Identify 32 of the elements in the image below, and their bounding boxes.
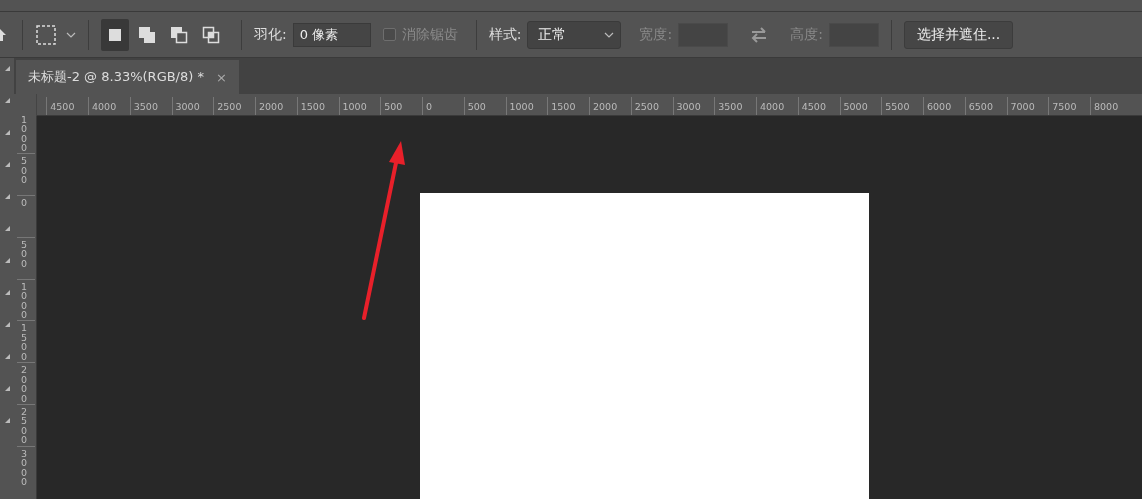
tool-group-corner-icon[interactable] [5, 162, 10, 167]
rectangle-marquee-icon[interactable] [35, 23, 57, 46]
ruler-label: 500 [21, 237, 28, 269]
ruler-label: 1000 [21, 279, 28, 320]
style-label: 样式: [488, 25, 522, 44]
tool-group-corner-icon[interactable] [5, 130, 10, 135]
tool-group-corner-icon[interactable] [5, 258, 10, 263]
tool-group-corner-icon[interactable] [5, 354, 10, 359]
ruler-label: 3000 [21, 446, 28, 487]
selection-mode-button[interactable] [101, 18, 129, 51]
swap-icon[interactable] [750, 26, 769, 43]
ruler-label: 0 [21, 196, 28, 208]
document-tab[interactable]: 未标题-2 @ 8.33%(RGB/8) * × [16, 60, 239, 94]
feather-field[interactable]: 0 像素 [292, 22, 371, 47]
tool-group-corner-icon[interactable] [5, 290, 10, 295]
feather-label: 羽化: [254, 25, 287, 44]
tool-group-corner-icon[interactable] [5, 386, 10, 391]
tool-group-corner-icon[interactable] [5, 322, 10, 327]
ruler-label: 2000 [21, 363, 28, 403]
ruler-label: 500 [21, 154, 28, 185]
ruler-label: 1000 [21, 116, 28, 153]
ruler-label: 1500 [21, 321, 28, 362]
ruler-label: 2500 [21, 404, 28, 445]
tool-group-corner-icon[interactable] [5, 66, 10, 71]
select-and-mask-button[interactable]: 选择并遮住... [903, 20, 1014, 49]
tool-group-corner-icon[interactable] [5, 226, 10, 231]
tool-group-corner-icon[interactable] [5, 194, 10, 199]
caret-icon [604, 31, 615, 38]
tool-group-corner-icon[interactable] [5, 418, 10, 423]
caret-icon[interactable] [66, 31, 76, 38]
tool-group-corner-icon[interactable] [5, 98, 10, 103]
style-dropdown[interactable]: 正常 [527, 20, 622, 49]
